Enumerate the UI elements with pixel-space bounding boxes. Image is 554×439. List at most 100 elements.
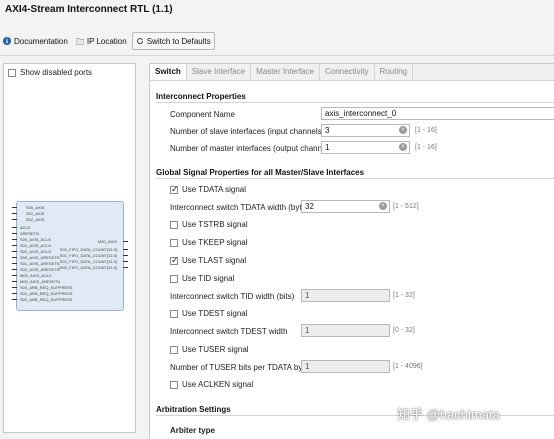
master-interfaces-range: [1 - 16] bbox=[415, 144, 437, 151]
ip-block-symbol: S00_AXIS S01_AXIS S02_AXIS ACLK ARESETN … bbox=[12, 201, 128, 311]
port-pin bbox=[12, 263, 17, 264]
use-tdest-checkbox[interactable] bbox=[170, 309, 178, 318]
use-tkeep-checkbox[interactable] bbox=[170, 238, 178, 247]
component-name-input[interactable]: axis_interconnect_0 bbox=[321, 107, 554, 120]
slave-interfaces-range: [1 - 16] bbox=[415, 127, 437, 134]
port-label: S00_AXIS_ARESETN bbox=[20, 255, 60, 260]
port-pin bbox=[12, 227, 17, 228]
show-disabled-ports-checkbox[interactable] bbox=[8, 68, 16, 77]
master-interfaces-label: Number of master interfaces (output chan… bbox=[170, 144, 335, 153]
tab-switch[interactable]: Switch bbox=[150, 64, 187, 80]
use-tuser-option[interactable]: Use TUSER signal bbox=[170, 345, 249, 354]
tdata-width-input[interactable]: 32 × bbox=[301, 200, 390, 213]
port-pin bbox=[12, 207, 17, 208]
toolbar-divider bbox=[0, 55, 554, 56]
port-pin bbox=[12, 251, 17, 252]
port-label: S00_FIFO_DATA_COUNT[31:0] bbox=[59, 247, 117, 252]
use-tid-option[interactable]: Use TID signal bbox=[170, 274, 234, 283]
port-pin bbox=[12, 245, 17, 246]
use-tkeep-option[interactable]: Use TKEEP signal bbox=[170, 238, 248, 247]
tuser-bits-input[interactable]: 1 bbox=[301, 360, 390, 373]
clear-icon[interactable]: × bbox=[379, 202, 387, 210]
configuration-panel: Switch Slave Interface Master Interface … bbox=[149, 63, 554, 439]
use-tdata-checkbox[interactable] bbox=[170, 184, 179, 195]
port-pin bbox=[123, 241, 128, 242]
toolbar: Documentation IP Location Switch to Defa… bbox=[0, 31, 554, 51]
use-tstrb-checkbox[interactable] bbox=[170, 220, 178, 229]
arbitration-settings-heading: Arbitration Settings bbox=[156, 405, 231, 414]
folder-icon bbox=[75, 37, 85, 45]
use-tdata-option[interactable]: Use TDATA signal bbox=[170, 184, 247, 195]
show-disabled-ports-label: Show disabled ports bbox=[20, 68, 93, 77]
use-tstrb-label: Use TSTRB signal bbox=[182, 220, 248, 229]
port-label: S00_ARB_REQ_SUPPRESS bbox=[20, 285, 73, 290]
port-pin bbox=[123, 249, 128, 250]
tab-connectivity[interactable]: Connectivity bbox=[320, 64, 375, 80]
port-label: S02_AXIS_ARESETN bbox=[20, 267, 60, 272]
port-pin bbox=[12, 257, 17, 258]
use-aclken-checkbox[interactable] bbox=[170, 380, 178, 389]
tid-width-range: [1 - 32] bbox=[393, 292, 415, 299]
documentation-label: Documentation bbox=[14, 36, 68, 46]
tid-width-label: Interconnect switch TID width (bits) bbox=[170, 292, 295, 301]
use-tuser-checkbox[interactable] bbox=[170, 345, 178, 354]
port-pin bbox=[123, 261, 128, 262]
ip-location-button[interactable]: IP Location bbox=[73, 33, 130, 49]
port-pin bbox=[12, 213, 17, 214]
port-label: M00_AXIS bbox=[97, 239, 117, 244]
port-label: S01_AXIS bbox=[26, 211, 45, 216]
port-pin bbox=[12, 287, 17, 288]
section-divider bbox=[156, 102, 554, 103]
window-title: AXI4-Stream Interconnect RTL (1.1) bbox=[5, 4, 173, 15]
master-interfaces-input[interactable]: 1 × bbox=[321, 141, 410, 154]
port-label: S02_AXIS_ACLK bbox=[20, 249, 52, 254]
watermark: 知乎 @hachimata bbox=[397, 407, 500, 422]
arbiter-type-label: Arbiter type bbox=[170, 426, 215, 435]
use-tkeep-label: Use TKEEP signal bbox=[182, 238, 248, 247]
port-label: M00_AXIS_ARESETN bbox=[20, 279, 61, 284]
use-tstrb-option[interactable]: Use TSTRB signal bbox=[170, 220, 248, 229]
port-label: S02_AXIS bbox=[26, 217, 45, 222]
port-label: S01_ARB_REQ_SUPPRESS bbox=[20, 291, 73, 296]
component-name-label: Component Name bbox=[170, 110, 235, 119]
tab-bar: Switch Slave Interface Master Interface … bbox=[150, 64, 554, 81]
tid-width-input[interactable]: 1 bbox=[301, 289, 390, 302]
tab-master-interface[interactable]: Master Interface bbox=[251, 64, 320, 80]
use-tlast-option[interactable]: Use TLAST signal bbox=[170, 255, 247, 266]
tdest-width-label: Interconnect switch TDEST width bbox=[170, 327, 288, 336]
tab-slave-interface[interactable]: Slave Interface bbox=[187, 64, 252, 80]
use-tdest-label: Use TDEST signal bbox=[182, 309, 248, 318]
tuser-bits-range: [1 - 4096] bbox=[393, 363, 423, 370]
use-tdata-label: Use TDATA signal bbox=[182, 185, 247, 194]
documentation-button[interactable]: Documentation bbox=[0, 33, 71, 49]
port-label: S01_AXIS_ACLK bbox=[20, 243, 52, 248]
tdata-width-value: 32 bbox=[305, 202, 314, 211]
use-tdest-option[interactable]: Use TDEST signal bbox=[170, 309, 248, 318]
port-label: S01_FIFO_DATA_COUNT[31:0] bbox=[59, 253, 117, 258]
port-label: M00_FIFO_DATA_COUNT[31:0] bbox=[59, 265, 117, 270]
use-aclken-option[interactable]: Use ACLKEN signal bbox=[170, 380, 253, 389]
port-label: S00_AXIS_ACLK bbox=[20, 237, 52, 242]
use-tid-checkbox[interactable] bbox=[170, 274, 178, 283]
port-label: S02_ARB_REQ_SUPPRESS bbox=[20, 297, 73, 302]
global-signal-properties-heading: Global Signal Properties for all Master/… bbox=[156, 168, 365, 177]
port-pin bbox=[123, 255, 128, 256]
port-pin bbox=[12, 233, 17, 234]
section-divider bbox=[156, 178, 554, 179]
clear-icon[interactable]: × bbox=[399, 143, 407, 151]
port-pin bbox=[12, 299, 17, 300]
tdest-width-input[interactable]: 1 bbox=[301, 324, 390, 337]
tab-routing[interactable]: Routing bbox=[375, 64, 414, 80]
use-tlast-checkbox[interactable] bbox=[170, 255, 179, 266]
slave-interfaces-value: 3 bbox=[325, 126, 330, 135]
switch-to-defaults-button[interactable]: Switch to Defaults bbox=[131, 32, 215, 50]
use-tlast-label: Use TLAST signal bbox=[182, 256, 247, 265]
slave-interfaces-input[interactable]: 3 × bbox=[321, 124, 410, 137]
port-pin bbox=[12, 281, 17, 282]
clear-icon[interactable]: × bbox=[399, 126, 407, 134]
show-disabled-ports-option[interactable]: Show disabled ports bbox=[8, 68, 92, 77]
port-label: ACLK bbox=[20, 225, 31, 230]
port-label: ARESETN bbox=[20, 231, 39, 236]
interconnect-properties-heading: Interconnect Properties bbox=[156, 92, 246, 101]
port-pin bbox=[12, 239, 17, 240]
